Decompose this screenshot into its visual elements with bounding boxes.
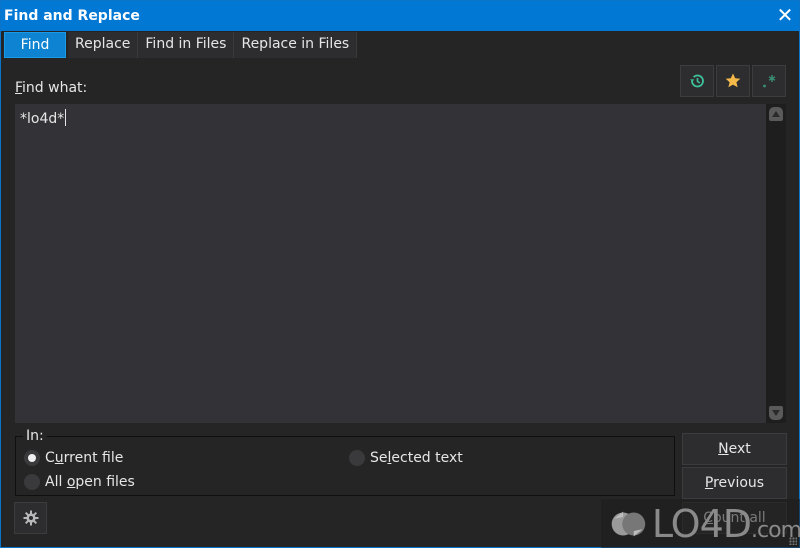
find-what-label: Find what: xyxy=(15,80,87,96)
find-input[interactable]: *lo4d* xyxy=(15,104,767,423)
radio-all-open-files[interactable]: All open files xyxy=(24,474,135,490)
star-icon xyxy=(725,73,741,88)
access-key: P xyxy=(704,475,714,491)
radio-label: Current file xyxy=(45,450,123,466)
settings-button[interactable] xyxy=(14,502,47,534)
arrow-up-icon xyxy=(772,111,780,117)
button-label: revious xyxy=(713,475,765,491)
search-scope-group: In: Current file All open files Selected… xyxy=(15,428,675,496)
label-part: ected text xyxy=(391,450,463,466)
radio-label: All open files xyxy=(45,474,135,490)
label-part: All xyxy=(45,474,67,490)
previous-button[interactable]: Previous xyxy=(682,467,787,499)
label-text: ind what: xyxy=(22,80,88,96)
gear-icon xyxy=(23,510,38,526)
access-key: u xyxy=(54,450,64,466)
find-toolbar xyxy=(680,65,786,97)
access-key: F xyxy=(15,80,23,96)
tab-replace-in-files[interactable]: Replace in Files xyxy=(234,32,358,58)
scroll-down-button[interactable] xyxy=(769,406,783,420)
vertical-scrollbar[interactable] xyxy=(766,104,786,423)
regex-button[interactable] xyxy=(752,65,786,97)
tab-bar: Find Replace Find in Files Replace in Fi… xyxy=(4,32,358,58)
access-key: N xyxy=(718,441,729,457)
radio-label: Selected text xyxy=(370,450,463,466)
next-button[interactable]: Next xyxy=(682,433,787,465)
scope-label: In: xyxy=(23,428,47,444)
tab-find-in-files[interactable]: Find in Files xyxy=(138,32,235,58)
find-text: *lo4d* xyxy=(20,111,65,127)
close-icon[interactable]: ✕ xyxy=(775,5,795,25)
radio-current-file[interactable]: Current file xyxy=(24,450,123,466)
watermark-text: LO4D.com xyxy=(652,502,800,546)
text-caret xyxy=(65,109,67,126)
history-button[interactable] xyxy=(680,65,714,97)
lo4d-logo-icon xyxy=(611,511,646,537)
dialog-title: Find and Replace xyxy=(4,8,140,24)
resize-grip[interactable] xyxy=(789,537,797,545)
find-replace-dialog: Find and Replace ✕ Find Replace Find in … xyxy=(0,0,800,548)
watermark-main: LO4D xyxy=(651,502,752,546)
favorites-button[interactable] xyxy=(716,65,750,97)
tab-find[interactable]: Find xyxy=(4,32,66,58)
radio-indicator[interactable] xyxy=(349,450,365,466)
button-label: ext xyxy=(728,441,751,457)
title-bar[interactable]: Find and Replace ✕ xyxy=(1,1,799,31)
watermark: LO4D.com xyxy=(601,499,800,548)
label-part: pen files xyxy=(75,474,135,490)
label-part: C xyxy=(45,450,55,466)
radio-indicator[interactable] xyxy=(24,450,40,466)
find-input-value: *lo4d* xyxy=(20,109,67,127)
arrow-down-icon xyxy=(772,410,780,416)
label-part: rrent file xyxy=(63,450,124,466)
tab-replace[interactable]: Replace xyxy=(68,32,139,58)
regex-icon xyxy=(763,75,776,88)
radio-selected-text[interactable]: Selected text xyxy=(349,450,463,466)
history-icon xyxy=(690,74,704,88)
scroll-up-button[interactable] xyxy=(769,107,783,121)
radio-indicator[interactable] xyxy=(24,474,40,490)
label-part: Se xyxy=(370,450,388,466)
